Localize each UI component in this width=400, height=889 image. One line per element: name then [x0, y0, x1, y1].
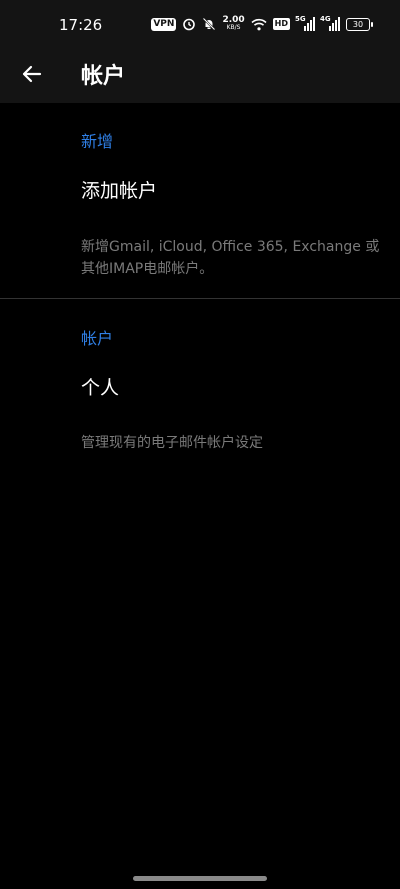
- personal-account-description: 管理现有的电子邮件帐户设定: [81, 435, 263, 451]
- section-label-accounts: 帐户: [81, 329, 114, 348]
- add-account-title: 添加帐户: [81, 180, 158, 202]
- back-arrow-icon[interactable]: [18, 60, 46, 88]
- speed-unit: KB/S: [226, 24, 241, 31]
- network-speed: 2.00 KB/S: [222, 16, 244, 32]
- battery-icon: 30: [346, 17, 373, 31]
- add-account-description: 新增Gmail, iCloud, Office 365, Exchange 或其…: [81, 239, 380, 277]
- gesture-bar[interactable]: [133, 876, 267, 881]
- status-bar: 17:26 VPN 2.00 KB/S HD 5G 4G 30: [0, 0, 400, 48]
- sig2-label: 4G: [320, 15, 331, 23]
- status-icons: VPN 2.00 KB/S HD 5G 4G 30: [151, 14, 373, 34]
- signal-icon-2: 4G: [320, 15, 340, 31]
- add-account-item[interactable]: 添加帐户 新增Gmail, iCloud, Office 365, Exchan…: [0, 170, 400, 288]
- status-time: 17:26: [59, 16, 103, 34]
- alarm-icon: [183, 18, 196, 31]
- signal-icon-1: 5G: [295, 15, 315, 31]
- sig1-label: 5G: [295, 15, 306, 23]
- mute-bell-icon: [203, 17, 216, 31]
- speed-value: 2.00: [222, 15, 245, 25]
- account-item-personal[interactable]: 个人 管理现有的电子邮件帐户设定: [0, 366, 400, 466]
- page-title: 帐户: [81, 64, 126, 89]
- wifi-icon: [251, 18, 267, 30]
- toolbar: 帐户: [0, 48, 400, 103]
- section-divider: [0, 298, 400, 299]
- personal-account-title: 个人: [81, 377, 120, 399]
- hd-icon: HD: [272, 18, 290, 30]
- vpn-icon: VPN: [151, 17, 177, 31]
- section-label-add: 新增: [81, 132, 114, 151]
